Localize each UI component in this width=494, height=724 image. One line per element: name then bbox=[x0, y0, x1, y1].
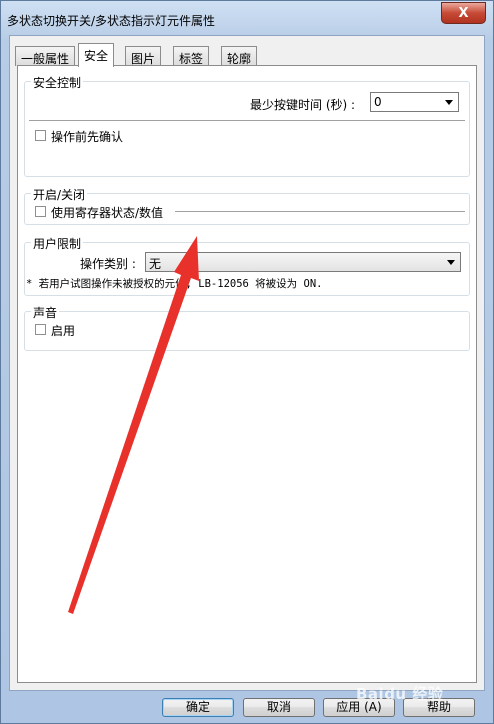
enable-sound-label: 启用 bbox=[51, 324, 76, 338]
security-control-title: 安全控制 bbox=[31, 74, 84, 91]
chevron-down-icon bbox=[447, 260, 455, 265]
user-restriction-title: 用户限制 bbox=[31, 235, 84, 252]
ok-button[interactable]: 确定 bbox=[162, 698, 234, 717]
window-title: 多状态切换开关/多状态指示灯元件属性 bbox=[7, 14, 216, 28]
dialog-client-area: 一般属性 安全 图片 标签 轮廓 安全控制 最少按键时间 (秒) : 0 操作前… bbox=[9, 35, 485, 691]
sound-group: 声音 启用 bbox=[24, 304, 470, 351]
operation-type-value: 无 bbox=[149, 257, 162, 271]
cancel-button[interactable]: 取消 bbox=[243, 698, 315, 717]
title-bar[interactable]: 多状态切换开关/多状态指示灯元件属性 X bbox=[1, 1, 493, 35]
use-register-state-label: 使用寄存器状态/数值 bbox=[51, 206, 164, 220]
tab-outline[interactable]: 轮廓 bbox=[221, 46, 258, 66]
on-off-group: 开启/关闭 使用寄存器状态/数值 bbox=[24, 186, 470, 225]
tab-picture[interactable]: 图片 bbox=[125, 46, 162, 66]
confirm-before-operation-label: 操作前先确认 bbox=[51, 130, 124, 144]
min-press-time-label: 最少按键时间 (秒) : bbox=[250, 98, 356, 112]
tab-security[interactable]: 安全 bbox=[78, 43, 115, 67]
security-control-group: 安全控制 最少按键时间 (秒) : 0 操作前先确认 bbox=[24, 74, 470, 177]
min-press-time-select[interactable]: 0 bbox=[370, 92, 459, 112]
watermark: Baidu 经验 bbox=[356, 685, 444, 703]
sound-title: 声音 bbox=[31, 304, 60, 321]
divider bbox=[175, 211, 465, 212]
security-tab-panel: 安全控制 最少按键时间 (秒) : 0 操作前先确认 开启/关闭 使用寄存器状态… bbox=[17, 65, 477, 683]
authorization-note: * 若用户试图操作未被授权的元件, LB-12056 将被设为 ON. bbox=[26, 278, 323, 290]
use-register-state-checkbox[interactable] bbox=[35, 206, 46, 217]
operation-type-select[interactable]: 无 bbox=[145, 252, 461, 272]
close-icon: X bbox=[458, 5, 469, 21]
min-press-time-value: 0 bbox=[374, 95, 382, 109]
divider bbox=[29, 120, 465, 121]
tab-label[interactable]: 标签 bbox=[173, 46, 210, 66]
chevron-down-icon bbox=[445, 100, 453, 105]
enable-sound-checkbox[interactable] bbox=[35, 324, 46, 335]
confirm-before-operation-checkbox[interactable] bbox=[35, 130, 46, 141]
on-off-title: 开启/关闭 bbox=[31, 186, 88, 203]
operation-type-label: 操作类别 : bbox=[80, 257, 136, 271]
tab-general-properties[interactable]: 一般属性 bbox=[15, 46, 76, 66]
dialog-window: 多状态切换开关/多状态指示灯元件属性 X 一般属性 安全 图片 标签 轮廓 安全… bbox=[0, 0, 494, 724]
close-button[interactable]: X bbox=[441, 2, 486, 24]
